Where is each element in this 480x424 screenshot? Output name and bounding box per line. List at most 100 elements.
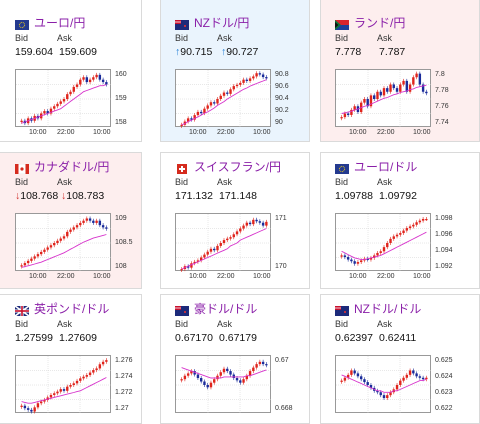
bid-value: ↑90.715 bbox=[175, 46, 212, 58]
x-tick-label: 22:00 bbox=[57, 129, 75, 136]
candle bbox=[62, 236, 66, 239]
candle bbox=[79, 222, 82, 226]
pair-title[interactable]: スイスフラン/円 bbox=[194, 158, 281, 175]
candle bbox=[412, 370, 415, 374]
candle bbox=[82, 77, 85, 80]
y-tick-label: 7.74 bbox=[435, 119, 449, 126]
rate-card[interactable]: NZドル/円 Bid Ask ↑90.715 ↑90.727 90.8 90.6 90.4 90… bbox=[160, 0, 310, 142]
pair-title[interactable]: 豪ドル/ドル bbox=[194, 300, 257, 317]
price-chart: 90.8 90.6 90.4 90.2 90 10:00 22:00 10:00 bbox=[175, 69, 309, 141]
rate-card[interactable]: カナダドル/円 Bid Ask ↓108.768 ↓108.783 109 108.5 108… bbox=[0, 152, 142, 289]
y-tick-label: 1.276 bbox=[115, 357, 133, 364]
price-value: 0.62411 bbox=[379, 332, 417, 344]
candle bbox=[53, 106, 56, 109]
rate-card[interactable]: ユーロ/ドル Bid Ask 1.09788 1.09792 1.098 1.096 1.09… bbox=[320, 152, 480, 289]
candle bbox=[415, 373, 418, 377]
candle bbox=[186, 373, 190, 376]
price-value: 171.148 bbox=[219, 190, 257, 202]
candle bbox=[379, 392, 382, 396]
y-tick-label: 1.098 bbox=[435, 215, 453, 222]
rate-card[interactable]: スイスフラン/円 Bid Ask 171.132 171.148 171 170 10:00 2… bbox=[160, 152, 310, 289]
rate-card[interactable]: NZドル/ドル Bid Ask 0.62397 0.62411 0.625 0.624 0.6… bbox=[320, 294, 480, 424]
ch-flag-icon bbox=[175, 161, 189, 174]
candle bbox=[392, 236, 395, 239]
chart-frame bbox=[15, 69, 112, 128]
candle bbox=[425, 377, 428, 380]
candle bbox=[399, 233, 402, 235]
ask-value: 1.27609 bbox=[59, 332, 97, 344]
ask-label: Ask bbox=[377, 177, 393, 187]
y-tick-label: 109 bbox=[115, 215, 127, 222]
candle bbox=[203, 254, 206, 258]
pair-title[interactable]: ランド/円 bbox=[354, 14, 405, 31]
candle bbox=[245, 222, 249, 226]
candle bbox=[255, 364, 258, 368]
candle bbox=[219, 372, 222, 376]
candle bbox=[239, 82, 242, 85]
candle bbox=[219, 243, 222, 246]
x-tick-label: 10:00 bbox=[93, 129, 111, 136]
rate-card[interactable]: ランド/円 Bid Ask 7.778 7.787 7.8 7.78 7.76 7.74 10:0… bbox=[320, 0, 480, 142]
y-tick-label: 0.623 bbox=[435, 389, 453, 396]
nz-flag-icon bbox=[175, 17, 189, 30]
candle bbox=[105, 227, 108, 229]
pair-title[interactable]: ユーロ/円 bbox=[34, 14, 85, 31]
candle bbox=[53, 393, 56, 395]
candle bbox=[85, 77, 89, 83]
pair-title[interactable]: NZドル/円 bbox=[194, 14, 249, 31]
pair-title[interactable]: ユーロ/ドル bbox=[354, 158, 417, 175]
candle bbox=[95, 74, 98, 78]
candle bbox=[62, 389, 66, 391]
candle bbox=[196, 111, 200, 116]
candle bbox=[418, 220, 422, 223]
candle bbox=[363, 99, 366, 103]
pair-title[interactable]: カナダドル/円 bbox=[34, 158, 109, 175]
candle bbox=[180, 124, 183, 126]
price-chart: 160 159 158 10:00 22:00 10:00 bbox=[15, 69, 141, 141]
rate-grid: ユーロ/円 Bid Ask 159.604 159.609 160 159 158 10:00 2… bbox=[0, 0, 480, 424]
candle bbox=[79, 378, 82, 381]
pair-title[interactable]: 英ポンド/ドル bbox=[34, 300, 109, 317]
ask-value: 0.67179 bbox=[219, 332, 257, 344]
y-tick-label: 0.622 bbox=[435, 405, 453, 412]
candle bbox=[222, 240, 226, 243]
candle bbox=[62, 99, 66, 102]
rate-card[interactable]: 豪ドル/ドル Bid Ask 0.67170 0.67179 0.67 0.668 bbox=[160, 294, 310, 424]
chart-plot bbox=[336, 70, 432, 128]
ask-label: Ask bbox=[217, 33, 233, 43]
candle bbox=[389, 238, 392, 243]
candle bbox=[56, 391, 59, 394]
bid-label: Bid bbox=[15, 319, 29, 329]
candle bbox=[261, 74, 265, 78]
candle bbox=[98, 74, 102, 80]
price-value: 7.778 bbox=[335, 46, 362, 58]
nz-flag-icon bbox=[335, 303, 349, 316]
ask-label: Ask bbox=[377, 33, 393, 43]
candle bbox=[75, 225, 79, 228]
candle bbox=[340, 380, 343, 382]
rate-card[interactable]: 英ポンド/ドル Bid Ask 1.27599 1.27609 1.276 1.274 1.2… bbox=[0, 294, 142, 424]
price-value: 159.604 bbox=[15, 46, 53, 58]
candle bbox=[353, 261, 356, 264]
candle bbox=[66, 231, 69, 237]
candle bbox=[226, 92, 229, 94]
rate-card[interactable]: ユーロ/円 Bid Ask 159.604 159.609 160 159 158 10:00 2… bbox=[0, 0, 142, 142]
y-tick-label: 158 bbox=[115, 119, 127, 126]
bid-value: 1.09788 bbox=[335, 190, 373, 202]
candle bbox=[421, 377, 425, 380]
candle bbox=[226, 238, 229, 241]
candle bbox=[408, 226, 412, 229]
candle bbox=[53, 243, 56, 246]
candle bbox=[30, 258, 33, 261]
x-tick-label: 10:00 bbox=[253, 129, 271, 136]
price-chart: 0.625 0.624 0.623 0.622 bbox=[335, 355, 475, 423]
candle bbox=[359, 260, 363, 263]
candle bbox=[386, 243, 389, 248]
y-tick-label: 7.78 bbox=[435, 87, 449, 94]
card-header: 英ポンド/ドル bbox=[14, 300, 109, 317]
candle bbox=[392, 84, 395, 89]
candle bbox=[261, 222, 265, 226]
candle bbox=[69, 91, 72, 95]
candle bbox=[418, 376, 422, 378]
pair-title[interactable]: NZドル/ドル bbox=[354, 300, 421, 317]
